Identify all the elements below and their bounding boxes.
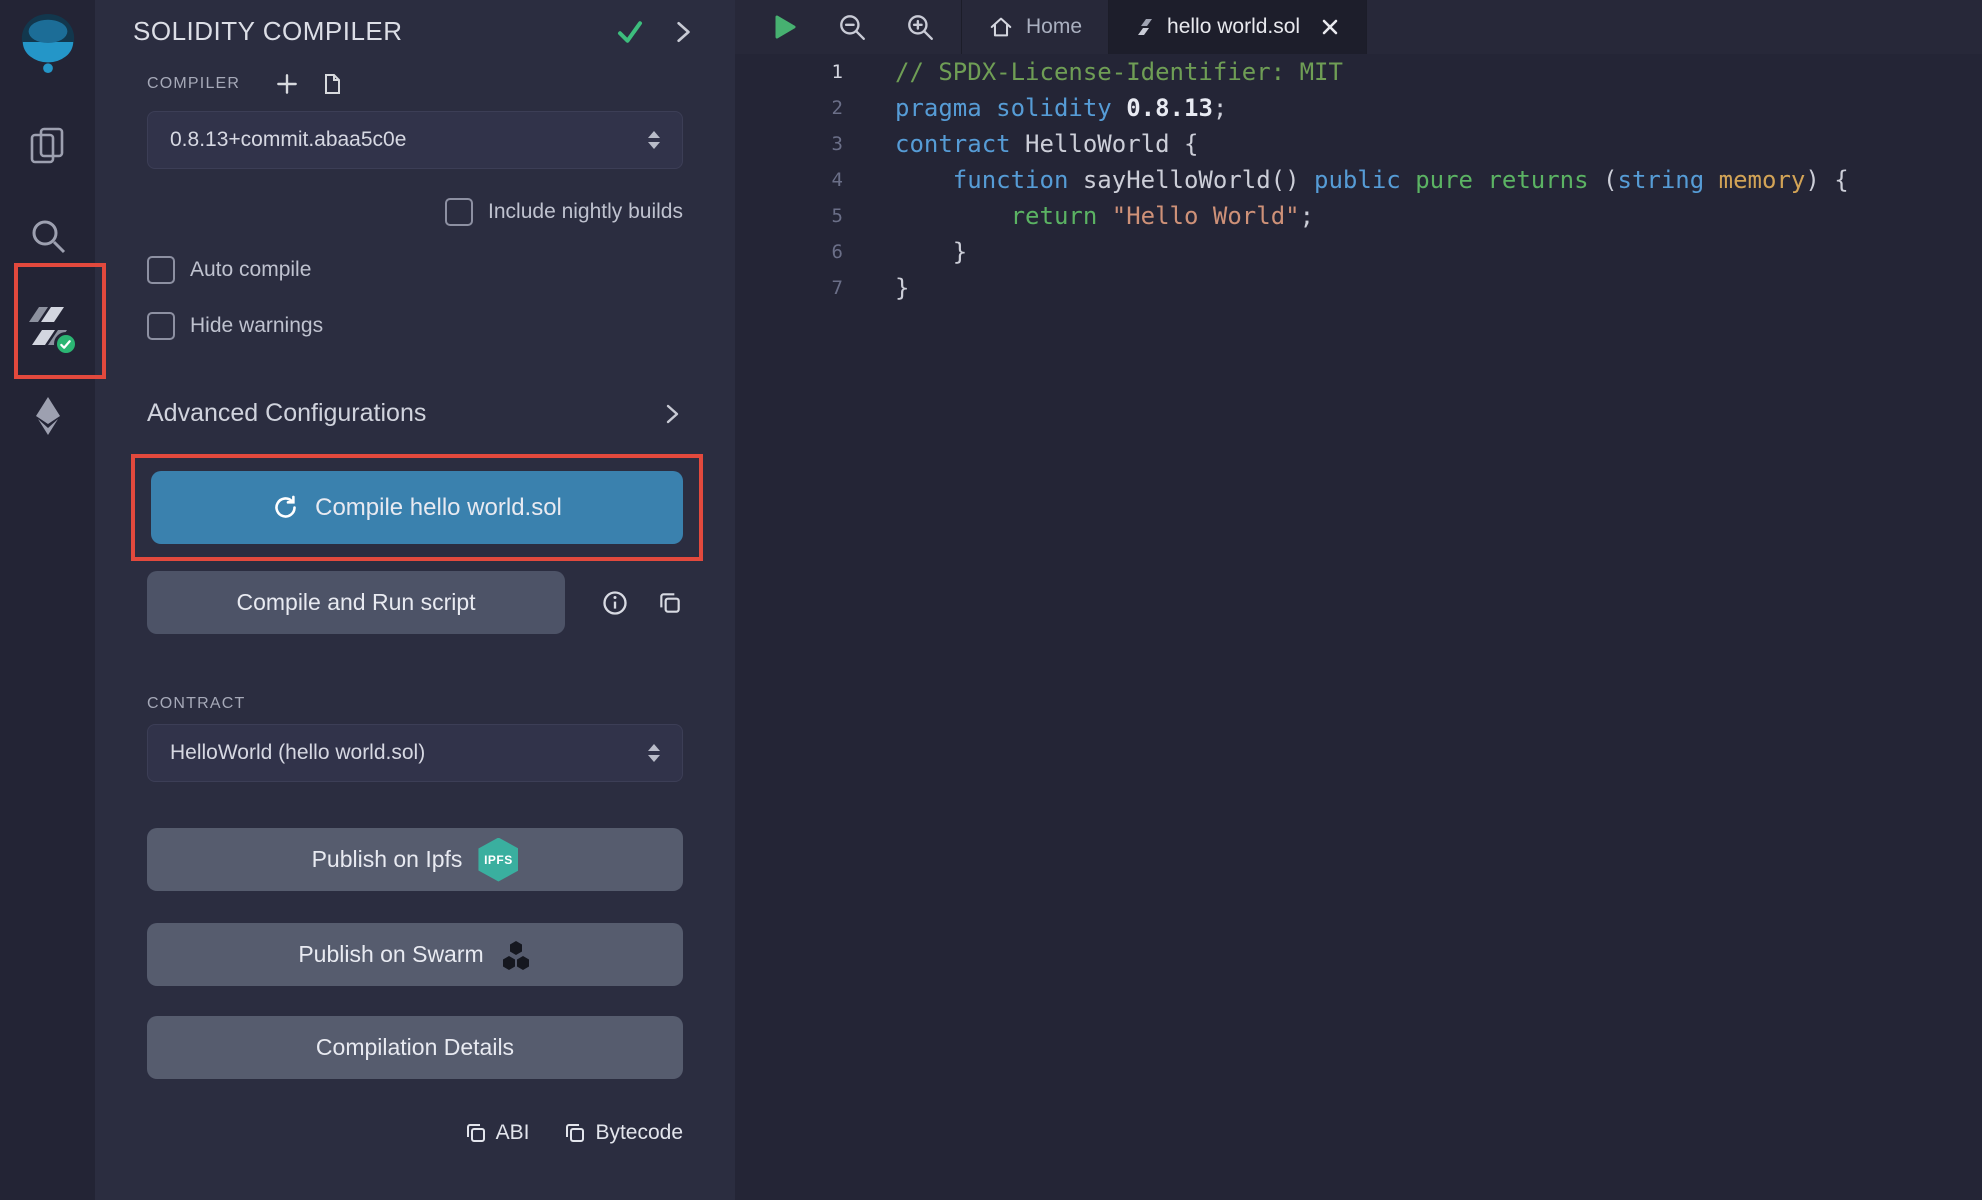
auto-compile-row: Auto compile (147, 255, 683, 285)
select-arrows-icon (648, 131, 660, 149)
advanced-configurations-toggle[interactable]: Advanced Configurations (147, 399, 683, 428)
abi-bytecode-row: ABI Bytecode (147, 1121, 683, 1145)
code-line[interactable]: 3contract HelloWorld { (735, 126, 1982, 162)
panel-title: SOLIDITY COMPILER (133, 16, 589, 47)
code-line-content: function sayHelloWorld() public pure ret… (843, 162, 1849, 198)
compile-button-label: Compile hello world.sol (315, 494, 562, 522)
highlight-box-compile-button: Compile hello world.sol (131, 454, 703, 561)
contract-select[interactable]: HelloWorld (hello world.sol) (147, 724, 683, 782)
copy-icon (464, 1121, 488, 1145)
auto-compile-label: Auto compile (190, 258, 311, 282)
hide-warnings-checkbox[interactable] (147, 312, 175, 340)
nightly-builds-label: Include nightly builds (488, 200, 683, 224)
code-line-content: } (843, 234, 967, 270)
compile-success-badge-icon (54, 332, 78, 356)
close-tab-icon[interactable] (1320, 17, 1340, 37)
compiler-config-file-icon[interactable] (320, 72, 344, 96)
solidity-compiler-icon[interactable] (26, 304, 70, 348)
chevron-right-icon[interactable] (671, 20, 695, 44)
deploy-run-icon[interactable] (26, 394, 70, 438)
ipfs-icon-text: IPFS (484, 853, 513, 867)
run-script-icon[interactable] (769, 12, 799, 42)
compile-success-check-icon (615, 17, 645, 47)
refresh-icon (272, 494, 299, 521)
compiler-version-select[interactable]: 0.8.13+commit.abaa5c0e (147, 111, 683, 169)
nightly-builds-row: Include nightly builds (147, 197, 683, 227)
remix-ide: SOLIDITY COMPILER COMPILER (0, 0, 1982, 1200)
chevron-right-icon (661, 403, 683, 425)
solidity-file-icon (1135, 17, 1155, 37)
icon-sidebar (0, 0, 95, 1200)
search-icon[interactable] (26, 214, 70, 258)
editor-area: Home hello world.sol 1// SPD (735, 0, 1982, 1200)
zoom-out-icon[interactable] (837, 12, 867, 42)
code-line[interactable]: 6 } (735, 234, 1982, 270)
compilation-details-label: Compilation Details (316, 1034, 514, 1061)
line-number: 6 (735, 234, 843, 270)
editor-actions (735, 0, 935, 54)
code-line[interactable]: 4 function sayHelloWorld() public pure r… (735, 162, 1982, 198)
compiler-label-row: COMPILER (147, 69, 683, 99)
hide-warnings-row: Hide warnings (147, 311, 683, 341)
code-line-content: contract HelloWorld { (843, 126, 1198, 162)
line-number: 2 (735, 90, 843, 126)
line-number: 3 (735, 126, 843, 162)
auto-compile-checkbox[interactable] (147, 256, 175, 284)
line-number: 7 (735, 270, 843, 306)
info-icon[interactable] (601, 589, 629, 617)
tab-hello-world-label: hello world.sol (1167, 15, 1300, 39)
code-line[interactable]: 2pragma solidity 0.8.13; (735, 90, 1982, 126)
tab-home[interactable]: Home (961, 0, 1109, 54)
line-number: 5 (735, 198, 843, 234)
home-icon (988, 14, 1014, 40)
publish-swarm-button[interactable]: Publish on Swarm (147, 923, 683, 986)
code-editor[interactable]: 1// SPDX-License-Identifier: MIT2pragma … (735, 54, 1982, 1200)
publish-swarm-label: Publish on Swarm (298, 941, 483, 968)
contract-label-row: CONTRACT (147, 694, 683, 714)
nightly-builds-checkbox[interactable] (445, 198, 473, 226)
code-line[interactable]: 7} (735, 270, 1982, 306)
publish-ipfs-label: Publish on Ipfs (312, 846, 463, 873)
copy-icon[interactable] (657, 590, 683, 616)
code-line-content: return "Hello World"; (843, 198, 1314, 234)
contract-label: CONTRACT (147, 695, 245, 713)
copy-abi-button[interactable]: ABI (464, 1121, 530, 1145)
copy-bytecode-button[interactable]: Bytecode (563, 1121, 683, 1145)
line-number: 1 (735, 54, 843, 90)
remix-logo-icon[interactable] (17, 12, 79, 74)
compiler-label: COMPILER (147, 75, 240, 93)
hide-warnings-label: Hide warnings (190, 314, 323, 338)
compile-run-row: Compile and Run script (147, 571, 683, 634)
editor-tabbar: Home hello world.sol (735, 0, 1982, 54)
code-line-content: pragma solidity 0.8.13; (843, 90, 1227, 126)
line-number: 4 (735, 162, 843, 198)
panel-body: COMPILER 0.8.13+commit.abaa5c0e (95, 69, 735, 1145)
code-line-content: } (843, 270, 909, 306)
publish-ipfs-button[interactable]: Publish on Ipfs IPFS (147, 828, 683, 891)
zoom-in-icon[interactable] (905, 12, 935, 42)
compile-run-label: Compile and Run script (236, 589, 475, 616)
compiler-version-value: 0.8.13+commit.abaa5c0e (170, 128, 406, 152)
solidity-compiler-panel: SOLIDITY COMPILER COMPILER (95, 0, 735, 1200)
add-compiler-icon[interactable] (274, 71, 300, 97)
tab-home-label: Home (1026, 15, 1082, 39)
compile-run-button[interactable]: Compile and Run script (147, 571, 565, 634)
bytecode-label: Bytecode (595, 1121, 683, 1145)
advanced-configurations-label: Advanced Configurations (147, 399, 426, 428)
panel-header: SOLIDITY COMPILER (95, 0, 735, 47)
swarm-icon (500, 939, 532, 971)
code-line[interactable]: 5 return "Hello World"; (735, 198, 1982, 234)
code-line[interactable]: 1// SPDX-License-Identifier: MIT (735, 54, 1982, 90)
compilation-details-button[interactable]: Compilation Details (147, 1016, 683, 1079)
code-line-content: // SPDX-License-Identifier: MIT (843, 54, 1343, 90)
tab-hello-world-sol[interactable]: hello world.sol (1109, 0, 1367, 54)
select-arrows-icon (648, 744, 660, 762)
copy-icon (563, 1121, 587, 1145)
file-explorer-icon[interactable] (26, 124, 70, 168)
abi-label: ABI (496, 1121, 530, 1145)
ipfs-icon: IPFS (478, 838, 518, 882)
contract-select-value: HelloWorld (hello world.sol) (170, 741, 425, 765)
compile-button[interactable]: Compile hello world.sol (151, 471, 683, 544)
